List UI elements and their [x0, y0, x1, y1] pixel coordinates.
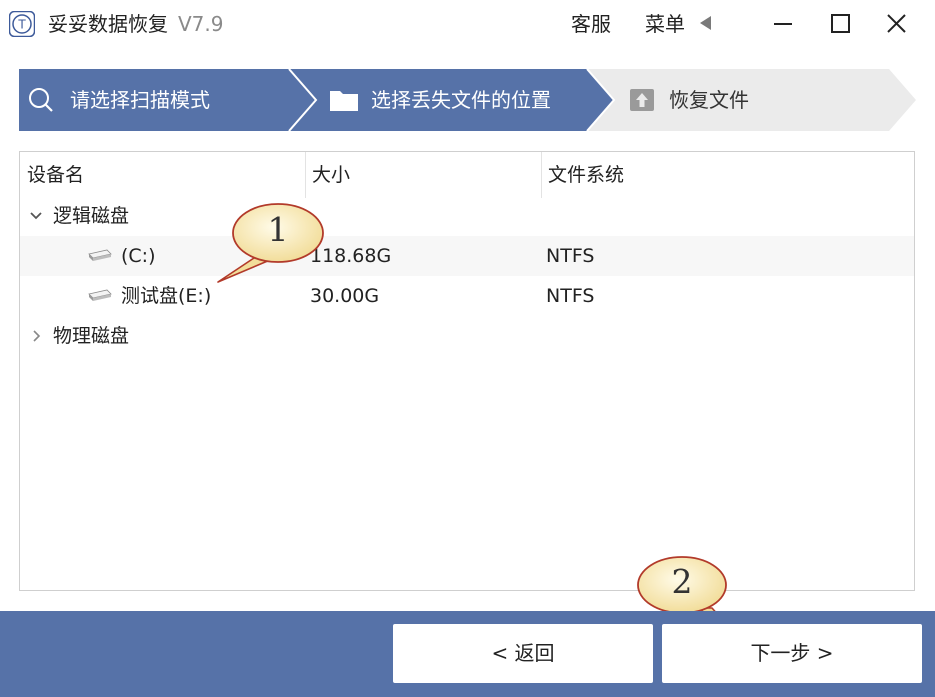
step-1-label: 请选择扫描模式: [70, 88, 210, 112]
tree-group-physical[interactable]: 物理磁盘: [20, 316, 914, 356]
menu-link[interactable]: 菜单: [645, 9, 685, 39]
svg-text:T: T: [17, 18, 26, 32]
group-label: 逻辑磁盘: [53, 205, 130, 227]
service-link[interactable]: 客服: [571, 9, 611, 39]
folder-icon: [330, 91, 358, 111]
device-name: (C:): [121, 245, 156, 267]
column-header-filesystem[interactable]: 文件系统: [548, 158, 624, 192]
callout-2-number: 2: [671, 562, 693, 601]
step-3-label: 恢复文件: [669, 88, 749, 112]
back-button[interactable]: < 返回: [393, 624, 653, 683]
close-icon[interactable]: [881, 9, 911, 39]
device-table: 设备名 大小 文件系统 逻辑磁盘 (C:) 118.68G NTFS 测试盘(E…: [19, 151, 915, 591]
maximize-icon[interactable]: [825, 9, 855, 39]
app-title: 妥妥数据恢复 V7.9: [48, 9, 224, 39]
group-label: 物理磁盘: [53, 325, 130, 347]
step-indicator: 请选择扫描模式 选择丢失文件的位置 恢复文件: [19, 69, 919, 131]
upload-icon: [630, 89, 654, 111]
bottom-bar: < 返回 下一步 >: [0, 611, 935, 697]
table-row[interactable]: 测试盘(E:) 30.00G NTFS: [20, 276, 914, 316]
app-name: 妥妥数据恢复: [48, 12, 168, 36]
app-logo-icon: T: [9, 11, 35, 37]
column-separator[interactable]: [541, 152, 542, 198]
chevron-right-icon[interactable]: [28, 316, 44, 356]
menu-arrow-icon[interactable]: [700, 16, 711, 30]
tree-group-logical[interactable]: 逻辑磁盘: [20, 196, 914, 236]
chevron-down-icon[interactable]: [28, 196, 44, 236]
device-filesystem: NTFS: [546, 285, 595, 307]
column-header-device[interactable]: 设备名: [27, 158, 84, 192]
callout-1: 1: [210, 196, 340, 296]
table-row[interactable]: (C:) 118.68G NTFS: [20, 236, 914, 276]
column-header-size[interactable]: 大小: [312, 158, 350, 192]
step-2-label: 选择丢失文件的位置: [371, 88, 551, 112]
next-button[interactable]: 下一步 >: [662, 624, 922, 683]
device-name: 测试盘(E:): [121, 285, 212, 307]
drive-icon: [88, 289, 112, 301]
callout-1-number: 1: [267, 210, 289, 249]
title-bar: T 妥妥数据恢复 V7.9 客服 菜单: [0, 0, 935, 48]
drive-icon: [88, 249, 112, 261]
minimize-icon[interactable]: [768, 9, 798, 39]
device-filesystem: NTFS: [546, 245, 595, 267]
app-version: V7.9: [178, 12, 224, 36]
column-separator[interactable]: [305, 152, 306, 198]
